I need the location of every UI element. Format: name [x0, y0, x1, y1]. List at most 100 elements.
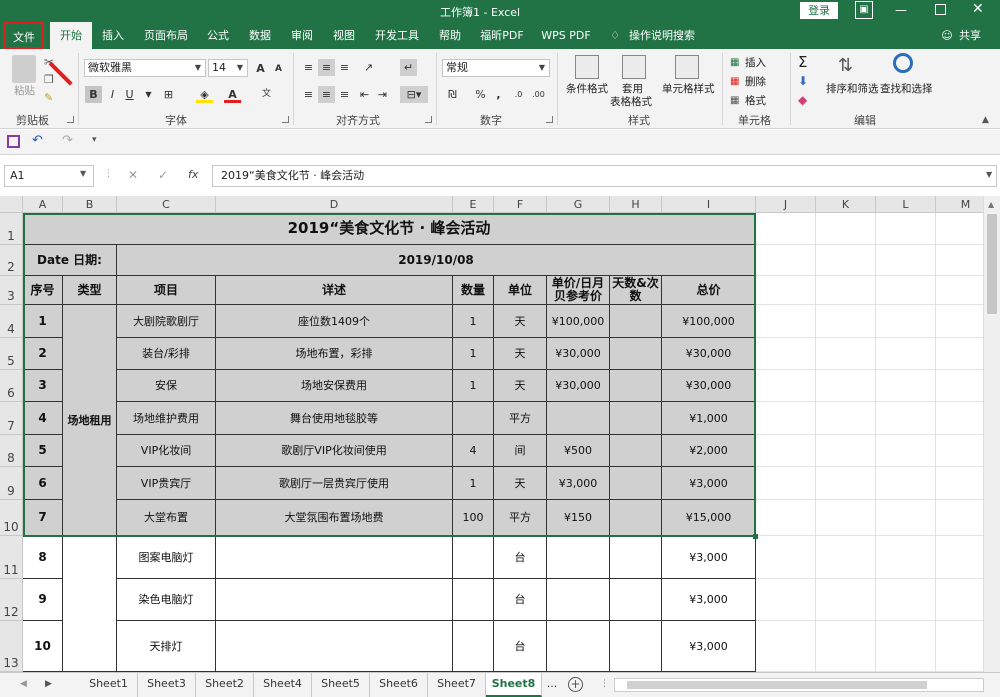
- tab-review[interactable]: 审阅: [284, 22, 320, 49]
- fill-icon[interactable]: ⬇: [798, 74, 808, 88]
- row-header-2[interactable]: 2: [0, 245, 23, 276]
- column-title-cell[interactable]: 项目: [117, 276, 216, 305]
- tab-foxit-pdf[interactable]: 福昕PDF: [476, 22, 528, 49]
- ribbon-display-icon[interactable]: ▣: [855, 1, 873, 19]
- tab-file[interactable]: 文件: [4, 22, 44, 49]
- column-title-cell[interactable]: 单价/日月贝参考价: [547, 276, 610, 305]
- bold-button[interactable]: B: [85, 86, 102, 103]
- delete-cells-button[interactable]: 删除: [745, 76, 766, 89]
- item-qty-cell[interactable]: [453, 402, 494, 435]
- paste-button[interactable]: 粘贴: [14, 85, 35, 98]
- expand-formula-icon[interactable]: ▼: [986, 170, 992, 179]
- sheet-tab-sheet2[interactable]: Sheet2: [196, 673, 254, 697]
- item-price-cell[interactable]: [547, 536, 610, 579]
- format-as-table-icon[interactable]: [622, 55, 646, 79]
- tab-insert[interactable]: 插入: [94, 22, 132, 49]
- find-select-icon[interactable]: [893, 53, 913, 73]
- orientation-icon[interactable]: ↗: [360, 59, 377, 76]
- item-total-cell[interactable]: ¥100,000: [662, 305, 756, 338]
- sort-filter-icon[interactable]: ⇅: [838, 55, 853, 76]
- item-detail-cell[interactable]: [216, 536, 453, 579]
- item-item-cell[interactable]: VIP化妆间: [117, 435, 216, 467]
- increase-decimal-icon[interactable]: .0: [510, 86, 527, 103]
- item-no-cell[interactable]: 7: [23, 500, 63, 536]
- font-launcher-icon[interactable]: [282, 116, 289, 123]
- format-cells-button[interactable]: 格式: [745, 95, 766, 108]
- tab-wps-pdf[interactable]: WPS PDF: [536, 22, 596, 49]
- date-label-cell[interactable]: Date 日期:: [23, 245, 117, 276]
- sheet-tab-sheet3[interactable]: Sheet3: [138, 673, 196, 697]
- increase-indent-icon[interactable]: ⇥: [374, 86, 391, 103]
- cell-styles-icon[interactable]: [675, 55, 699, 79]
- formula-input[interactable]: 2019“美食文化节 · 峰会活动: [212, 165, 997, 187]
- column-header-e[interactable]: E: [453, 196, 494, 213]
- item-qty-cell[interactable]: 100: [453, 500, 494, 536]
- item-price-cell[interactable]: ¥100,000: [547, 305, 610, 338]
- merge-center-icon[interactable]: ⊟▾: [400, 86, 428, 103]
- item-days-cell[interactable]: [610, 467, 662, 500]
- select-all-corner[interactable]: [0, 196, 23, 213]
- item-price-cell[interactable]: ¥30,000: [547, 370, 610, 402]
- enter-icon[interactable]: ✓: [158, 168, 168, 182]
- item-unit-cell[interactable]: 天: [494, 338, 547, 370]
- item-no-cell[interactable]: 9: [23, 579, 63, 621]
- item-item-cell[interactable]: VIP贵宾厅: [117, 467, 216, 500]
- item-days-cell[interactable]: [610, 621, 662, 672]
- item-item-cell[interactable]: 图案电脑灯: [117, 536, 216, 579]
- item-unit-cell[interactable]: 台: [494, 536, 547, 579]
- sort-filter-button[interactable]: 排序和筛选: [826, 83, 879, 96]
- date-value-cell[interactable]: 2019/10/08: [117, 245, 756, 276]
- row-header-9[interactable]: 9: [0, 467, 23, 500]
- row-header-13[interactable]: 13: [0, 621, 23, 672]
- next-sheet-icon[interactable]: ▶: [45, 679, 52, 689]
- decrease-indent-icon[interactable]: ⇤: [356, 86, 373, 103]
- item-price-cell[interactable]: [547, 579, 610, 621]
- item-detail-cell[interactable]: 舞台使用地毯胶等: [216, 402, 453, 435]
- column-title-cell[interactable]: 单位: [494, 276, 547, 305]
- paste-icon[interactable]: [12, 55, 36, 83]
- item-no-cell[interactable]: 10: [23, 621, 63, 672]
- item-total-cell[interactable]: ¥2,000: [662, 435, 756, 467]
- item-no-cell[interactable]: 8: [23, 536, 63, 579]
- item-detail-cell[interactable]: [216, 621, 453, 672]
- add-sheet-icon[interactable]: +: [568, 677, 583, 692]
- item-no-cell[interactable]: 1: [23, 305, 63, 338]
- item-detail-cell[interactable]: 座位数1409个: [216, 305, 453, 338]
- align-right-icon[interactable]: ≡: [336, 86, 353, 103]
- column-header-k[interactable]: K: [816, 196, 876, 213]
- item-price-cell[interactable]: ¥30,000: [547, 338, 610, 370]
- item-total-cell[interactable]: ¥30,000: [662, 338, 756, 370]
- column-header-a[interactable]: A: [23, 196, 63, 213]
- item-qty-cell[interactable]: [453, 621, 494, 672]
- item-qty-cell[interactable]: 1: [453, 305, 494, 338]
- item-total-cell[interactable]: ¥15,000: [662, 500, 756, 536]
- item-no-cell[interactable]: 6: [23, 467, 63, 500]
- column-header-l[interactable]: L: [876, 196, 936, 213]
- item-days-cell[interactable]: [610, 579, 662, 621]
- grow-font-button[interactable]: A: [252, 60, 269, 77]
- align-left-icon[interactable]: ≡: [300, 86, 317, 103]
- clear-icon[interactable]: ◆: [798, 93, 807, 107]
- font-size-select[interactable]: 14 ▼: [208, 59, 248, 77]
- column-header-f[interactable]: F: [494, 196, 547, 213]
- item-unit-cell[interactable]: 平方: [494, 500, 547, 536]
- tab-data[interactable]: 数据: [242, 22, 278, 49]
- sheet-tab-sheet1[interactable]: Sheet1: [80, 673, 138, 697]
- item-qty-cell[interactable]: [453, 579, 494, 621]
- item-detail-cell[interactable]: 大堂氛围布置场地费: [216, 500, 453, 536]
- align-middle-icon[interactable]: ≡: [318, 59, 335, 76]
- worksheet-grid[interactable]: ABCDEFGHIJKLM 1 2 3 4 5 6 7 8 9 10 11 12 13 2019“美食文…: [0, 196, 1000, 672]
- format-cells-icon[interactable]: ▦: [730, 95, 739, 106]
- column-title-cell[interactable]: 天数&次数: [610, 276, 662, 305]
- tell-me-search[interactable]: 操作说明搜索: [626, 22, 698, 49]
- item-qty-cell[interactable]: 1: [453, 467, 494, 500]
- item-total-cell[interactable]: ¥3,000: [662, 579, 756, 621]
- item-total-cell[interactable]: ¥3,000: [662, 467, 756, 500]
- delete-cells-icon[interactable]: ▦: [730, 76, 739, 87]
- alignment-launcher-icon[interactable]: [425, 116, 432, 123]
- redo-icon[interactable]: ↷: [62, 133, 73, 148]
- column-header-g[interactable]: G: [547, 196, 610, 213]
- conditional-formatting-icon[interactable]: [575, 55, 599, 79]
- item-detail-cell[interactable]: 场地布置，彩排: [216, 338, 453, 370]
- item-item-cell[interactable]: 场地维护费用: [117, 402, 216, 435]
